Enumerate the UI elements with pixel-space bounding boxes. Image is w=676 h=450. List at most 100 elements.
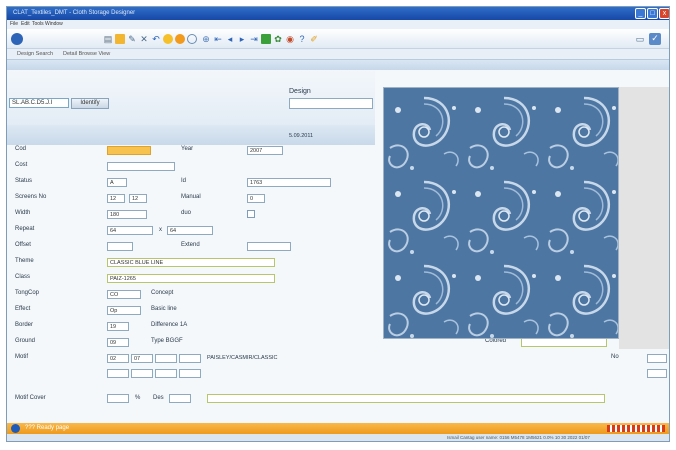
repeat-label: Repeat [15,226,35,232]
des-label: Des [153,395,164,401]
border-input[interactable]: 19 [107,322,129,331]
effect-input[interactable]: Op [107,306,141,315]
id-input[interactable]: 1763 [247,178,331,187]
maximize-button[interactable]: □ [647,8,658,19]
delete-icon[interactable]: ✕ [139,34,149,44]
last-icon[interactable]: ⇥ [249,34,259,44]
preview-sidebar [619,87,669,349]
motif-input-f[interactable] [131,369,153,378]
prev-icon[interactable]: ◂ [225,34,235,44]
help-icon[interactable]: ? [297,34,307,44]
tools-icon[interactable]: ✎ [127,34,137,44]
status-icon [11,424,20,433]
header-band [7,60,669,70]
motif-input-c[interactable] [155,354,177,363]
motif-input-d[interactable] [179,354,201,363]
add-icon[interactable]: ⊕ [201,34,211,44]
effect-label: Effect [15,306,31,312]
colored-input[interactable] [521,338,607,347]
window-title: CLAT_Textiles_DMT - Cloth Storage Design… [13,10,136,16]
no-label: No [611,354,619,360]
tonecode-input[interactable]: CO [107,290,141,299]
motif-input-b[interactable]: 07 [131,354,153,363]
print-icon[interactable]: ▤ [103,34,113,44]
progress-indicator [607,425,665,432]
checklist-icon[interactable]: ✓ [649,33,661,45]
motif-input-g[interactable] [155,369,177,378]
tab-design-search[interactable]: Design Search [13,50,57,59]
undo-icon[interactable]: ↶ [151,34,161,44]
description-input[interactable] [207,394,605,403]
eye-icon[interactable]: ◉ [285,34,295,44]
cod-input[interactable] [107,146,151,155]
no-input-2[interactable] [647,369,667,378]
repeat-input-b[interactable]: 64 [167,226,213,235]
menu-tools[interactable]: Tools [32,21,44,27]
motif-cover-input[interactable] [107,394,129,403]
design-input[interactable] [289,98,373,109]
motif-input-h[interactable] [179,369,201,378]
duo-checkbox[interactable] [247,210,255,218]
menu-file[interactable]: File [10,21,18,27]
offset-label: Offset [15,242,31,248]
des-code-input[interactable] [169,394,191,403]
pen-icon[interactable]: ✐ [309,34,319,44]
paisley-pattern-image [384,88,618,338]
tab-detail-browse[interactable]: Detail Browse View [59,50,114,59]
repeat-input-a[interactable]: 64 [107,226,153,235]
screens-input-a[interactable]: 12 [107,194,125,203]
circle-yellow-icon[interactable] [163,34,173,44]
app-icon[interactable] [11,33,23,45]
cod-label: Cod [15,146,27,152]
bottom-info-text: Ismail Cantag user name: 0156 M5478 1M56… [447,435,590,440]
design-preview[interactable] [383,87,619,339]
effect-desc: Basic line [151,306,177,312]
status-message: ??? Ready page [25,425,70,431]
motif-input-e[interactable] [107,369,129,378]
title-bar: CLAT_Textiles_DMT - Cloth Storage Design… [7,7,669,20]
status-label: Status [15,178,33,184]
app-window: CLAT_Textiles_DMT - Cloth Storage Design… [6,6,670,442]
status-bar: ??? Ready page [7,423,669,434]
extend-label: Extend [181,242,200,248]
percent-label: % [135,395,141,401]
search-input[interactable]: SL.AB.C.D5.J.I [9,98,69,108]
theme-input[interactable]: CLASSIC BLUE LINE [107,258,275,267]
id-label: Id [181,178,187,184]
design-label: Design [289,88,311,95]
date-label: 5.09.2011 [289,133,314,139]
ground-input[interactable]: 09 [107,338,129,347]
next-icon[interactable]: ▸ [237,34,247,44]
cost-label: Cost [15,162,28,168]
close-button[interactable]: x [659,8,669,19]
menu-edit[interactable]: Edit [21,21,30,27]
status-input[interactable]: A [107,178,127,187]
extend-input[interactable] [247,242,291,251]
folder-icon[interactable] [115,34,125,44]
menu-window[interactable]: Window [45,21,63,27]
screens-input-b[interactable]: 12 [129,194,147,203]
search-panel: SL.AB.C.D5.J.I Identify Design [7,70,375,125]
circle-blue-icon[interactable] [187,34,197,44]
minimize-doc-icon[interactable]: ▭ [635,34,645,44]
year-label: Year [181,146,194,152]
duo-label: duo [181,210,192,216]
first-icon[interactable]: ⇤ [213,34,223,44]
offset-input[interactable] [107,242,133,251]
class-input[interactable]: PAIZ-1265 [107,274,275,283]
date-band: 5.09.2011 [7,125,375,145]
tab-strip: Design Search Detail Browse View [7,49,669,60]
circle-orange-icon[interactable] [175,34,185,44]
no-input[interactable] [647,354,667,363]
identify-button[interactable]: Identify [71,98,109,109]
motif-cover-label: Motif Cover [15,395,46,401]
motif-input-a[interactable]: 02 [107,354,129,363]
refresh-icon[interactable] [261,34,271,44]
width-input[interactable]: 180 [107,210,147,219]
palette-icon[interactable]: ✿ [273,34,283,44]
cost-input[interactable] [107,162,175,171]
screens-label: Screens No [15,194,47,200]
manual-input[interactable]: 0 [247,194,265,203]
year-input[interactable]: 2007 [247,146,283,155]
minimize-button[interactable]: _ [635,8,646,19]
